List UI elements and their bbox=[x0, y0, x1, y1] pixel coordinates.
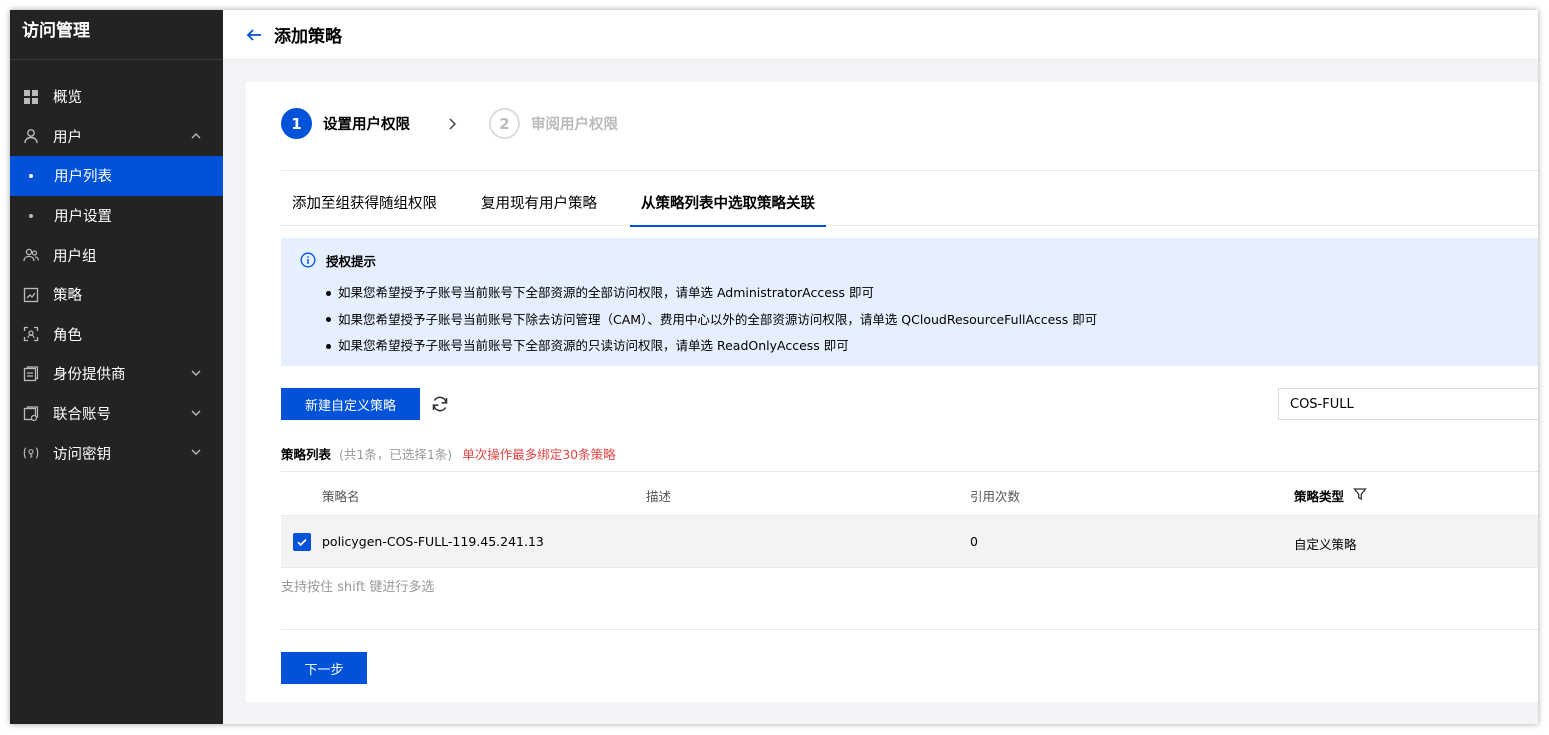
filter-icon[interactable] bbox=[1353, 487, 1367, 501]
notice-list: 如果您希望授予子账号当前账号下全部资源的全部访问权限，请单选 Administr… bbox=[326, 280, 1097, 360]
sidebar-item-label: 概览 bbox=[53, 90, 82, 107]
notice-item: 如果您希望授予子账号当前账号下全部资源的只读访问权限，请单选 ReadOnlyA… bbox=[326, 333, 1097, 360]
bullet-dot bbox=[29, 173, 33, 178]
column-reference-count: 引用次数 bbox=[970, 489, 1021, 504]
info-icon bbox=[300, 252, 316, 268]
sidebar-item-user-settings[interactable]: 用户设置 bbox=[10, 196, 223, 236]
chevron-down-icon bbox=[191, 370, 201, 377]
sidebar-item-user-list[interactable]: 用户列表 bbox=[10, 156, 223, 196]
sidebar-nav: 概览 用户 用户列表 用户设置 用户组 策略 角色 身份提供商 联合账号 访问密… bbox=[10, 77, 223, 473]
sidebar-item-federated-accounts[interactable]: 联合账号 bbox=[10, 394, 223, 434]
grid-icon bbox=[23, 89, 39, 105]
app-window: 访问管理 概览 用户 用户列表 用户设置 用户组 策略 角色 身份提供商 联合账… bbox=[10, 10, 1538, 724]
cell-policy-type: 自定义策略 bbox=[1294, 537, 1357, 552]
divider bbox=[281, 629, 1538, 630]
tab-bar: 添加至组获得随组权限 复用现有用户策略 从策略列表中选取策略关联 bbox=[281, 188, 1538, 227]
table-header: 策略名 描述 引用次数 策略类型 bbox=[281, 471, 1538, 516]
sidebar-item-label: 策略 bbox=[53, 288, 82, 305]
access-key-icon bbox=[23, 445, 39, 461]
policy-list-title: 策略列表 bbox=[281, 447, 332, 462]
step-2-label: 审阅用户权限 bbox=[531, 117, 618, 133]
policy-table: 策略名 描述 引用次数 策略类型 policygen-COS-FULL-119.… bbox=[281, 471, 1538, 568]
row-checkbox[interactable] bbox=[293, 533, 311, 551]
policy-list-header: 策略列表 (共1条，已选择1条) 单次操作最多绑定30条策略 bbox=[281, 444, 616, 463]
cell-policy-name: policygen-COS-FULL-119.45.241.13 bbox=[322, 534, 544, 549]
sidebar-item-policies[interactable]: 策略 bbox=[10, 275, 223, 315]
page-title: 添加策略 bbox=[274, 27, 342, 47]
sidebar: 访问管理 概览 用户 用户列表 用户设置 用户组 策略 角色 身份提供商 联合账… bbox=[10, 10, 223, 724]
sidebar-item-roles[interactable]: 角色 bbox=[10, 315, 223, 355]
sidebar-item-label: 角色 bbox=[53, 327, 82, 344]
multi-select-hint: 支持按住 shift 键进行多选 bbox=[281, 580, 435, 595]
notice-title: 授权提示 bbox=[326, 254, 377, 269]
policy-limit-warning: 单次操作最多绑定30条策略 bbox=[462, 447, 616, 462]
tab-reuse-user-policy[interactable]: 复用现有用户策略 bbox=[470, 188, 608, 226]
notice-item: 如果您希望授予子账号当前账号下全部资源的全部访问权限，请单选 Administr… bbox=[326, 280, 1097, 307]
chevron-down-icon bbox=[191, 449, 201, 456]
sidebar-item-users[interactable]: 用户 bbox=[10, 117, 223, 157]
notice-item: 如果您希望授予子账号当前账号下除去访问管理（CAM）、费用中心以外的全部资源访问… bbox=[326, 307, 1097, 334]
identity-provider-icon bbox=[23, 366, 39, 382]
column-policy-type: 策略类型 bbox=[1294, 489, 1345, 504]
bullet-dot bbox=[29, 213, 33, 218]
chevron-down-icon bbox=[191, 410, 201, 416]
user-group-icon bbox=[23, 247, 39, 263]
check-icon bbox=[297, 538, 307, 547]
steps: 1 设置用户权限 2 审阅用户权限 bbox=[281, 108, 618, 139]
back-arrow-icon[interactable] bbox=[245, 26, 263, 44]
new-custom-policy-button[interactable]: 新建自定义策略 bbox=[281, 388, 420, 420]
refresh-icon[interactable] bbox=[430, 394, 450, 414]
chevron-right-icon bbox=[449, 117, 457, 130]
next-button[interactable]: 下一步 bbox=[281, 652, 367, 684]
main-card: 1 设置用户权限 2 审阅用户权限 添加至组获得随组权限 复用现有用户策略 从策… bbox=[246, 82, 1538, 702]
tab-select-from-policy-list[interactable]: 从策略列表中选取策略关联 bbox=[630, 188, 826, 227]
sidebar-item-identity-providers[interactable]: 身份提供商 bbox=[10, 354, 223, 394]
step-1-label: 设置用户权限 bbox=[323, 117, 410, 133]
user-icon bbox=[23, 128, 39, 144]
sidebar-item-label: 用户设置 bbox=[54, 209, 112, 226]
divider bbox=[281, 170, 1538, 171]
sidebar-item-label: 用户 bbox=[53, 129, 82, 146]
federated-account-icon bbox=[23, 405, 39, 422]
sidebar-item-label: 访问密钥 bbox=[53, 446, 111, 463]
sidebar-item-label: 用户组 bbox=[53, 248, 97, 265]
cell-reference-count: 0 bbox=[970, 534, 978, 549]
sidebar-item-overview[interactable]: 概览 bbox=[10, 77, 223, 117]
column-description: 描述 bbox=[646, 489, 672, 504]
step-1-number: 1 bbox=[281, 108, 312, 139]
table-row[interactable]: policygen-COS-FULL-119.45.241.13 0 自定义策略 bbox=[281, 516, 1538, 568]
sidebar-title: 访问管理 bbox=[10, 10, 223, 60]
column-policy-name: 策略名 bbox=[322, 489, 360, 504]
step-2-number: 2 bbox=[489, 108, 520, 139]
policy-icon bbox=[23, 287, 39, 303]
search-input[interactable] bbox=[1278, 388, 1538, 420]
policy-list-count: (共1条，已选择1条) bbox=[339, 447, 453, 462]
role-icon bbox=[23, 326, 39, 342]
sidebar-item-label: 用户列表 bbox=[54, 169, 112, 186]
sidebar-item-user-groups[interactable]: 用户组 bbox=[10, 235, 223, 275]
chevron-up-icon bbox=[191, 132, 201, 139]
sidebar-item-label: 联合账号 bbox=[53, 407, 111, 424]
tab-add-to-group[interactable]: 添加至组获得随组权限 bbox=[281, 188, 448, 226]
sidebar-item-access-keys[interactable]: 访问密钥 bbox=[10, 433, 223, 473]
authorization-notice: 授权提示 如果您希望授予子账号当前账号下全部资源的全部访问权限，请单选 Admi… bbox=[281, 238, 1538, 366]
sidebar-item-label: 身份提供商 bbox=[53, 367, 126, 384]
page-header: 添加策略 bbox=[223, 10, 1538, 60]
